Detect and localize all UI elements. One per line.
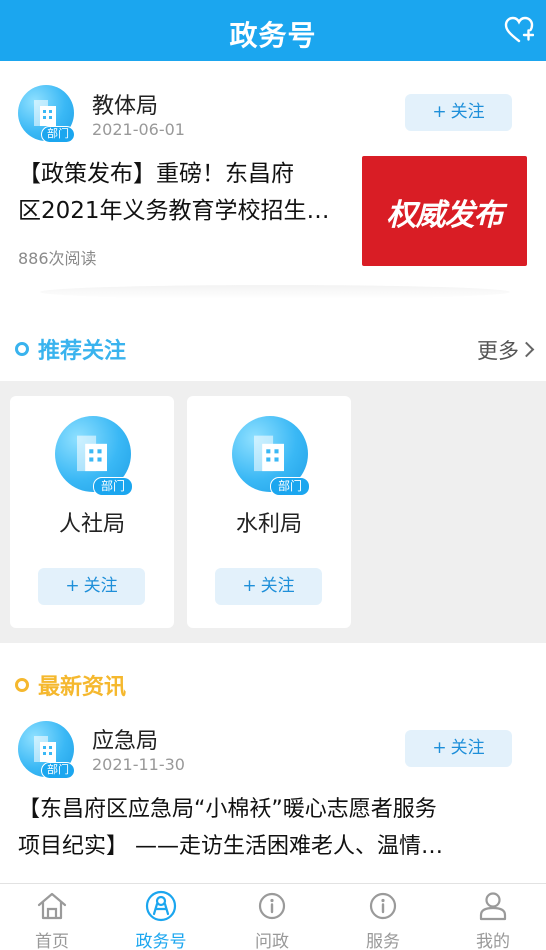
- top-bar: 政务号: [0, 0, 546, 61]
- publish-date: 2021-11-30: [92, 755, 185, 774]
- nav-service[interactable]: 服务: [328, 884, 438, 950]
- nav-label: 政务号: [135, 932, 187, 950]
- building-icon: [254, 435, 284, 472]
- nav-home[interactable]: 首页: [0, 884, 107, 950]
- building-icon: [34, 736, 56, 762]
- publish-date: 2021-06-01: [92, 120, 185, 139]
- article-headline-line2[interactable]: 区2021年义务教育学校招生…: [18, 193, 330, 230]
- article-headline-line1[interactable]: 【东昌府区应急局“小棉袄”暖心志愿者服务: [18, 791, 437, 828]
- plus-icon: +: [242, 576, 257, 596]
- home-icon: [37, 892, 67, 920]
- bottom-nav: 首页 政务号 问政 服务 我的: [0, 883, 546, 950]
- follow-button[interactable]: + 关注: [405, 94, 512, 131]
- follow-label: 关注: [450, 738, 485, 758]
- follow-button[interactable]: + 关注: [405, 730, 512, 767]
- department-tag: 部门: [41, 126, 75, 143]
- recommend-card[interactable]: 部门 人社局 + 关注: [10, 396, 174, 628]
- org-name[interactable]: 水利局: [187, 506, 351, 538]
- nav-gov-account[interactable]: 政务号: [106, 884, 216, 950]
- recommend-section-header: 推荐关注 更多: [0, 329, 546, 369]
- article-headline-line2[interactable]: 项目纪实】 ——走访生活困难老人、温情…: [18, 828, 443, 865]
- chevron-right-icon: [518, 341, 535, 358]
- recommend-list: 部门 人社局 + 关注 部门 水利局 + 关注: [0, 381, 546, 643]
- card-divider: [40, 285, 510, 299]
- follow-label: 关注: [260, 576, 295, 596]
- info-icon: [258, 892, 286, 920]
- nav-label: 问政: [255, 932, 289, 950]
- info-icon: [369, 892, 397, 920]
- plus-icon: +: [65, 576, 80, 596]
- nav-mine[interactable]: 我的: [438, 884, 546, 950]
- follow-button[interactable]: + 关注: [38, 568, 145, 605]
- nav-label: 首页: [35, 932, 69, 950]
- follow-button[interactable]: + 关注: [215, 568, 322, 605]
- building-icon: [34, 100, 56, 126]
- department-tag: 部门: [93, 477, 133, 496]
- user-icon: [479, 892, 507, 921]
- department-tag: 部门: [270, 477, 310, 496]
- heart-plus-icon[interactable]: [504, 16, 534, 44]
- latest-section-header: 最新资讯: [0, 665, 546, 705]
- follow-label: 关注: [450, 102, 485, 122]
- building-icon: [77, 435, 107, 472]
- page-title: 政务号: [229, 19, 317, 52]
- circle-icon: [15, 678, 29, 692]
- nav-label: 我的: [476, 932, 510, 950]
- org-avatar[interactable]: 部门: [55, 416, 133, 496]
- plus-icon: +: [432, 102, 447, 122]
- article-headline-line1[interactable]: 【政策发布】重磅！东昌府: [18, 156, 294, 193]
- nav-inquiry[interactable]: 问政: [217, 884, 327, 950]
- org-avatar[interactable]: 部门: [18, 721, 75, 779]
- org-avatar[interactable]: 部门: [18, 85, 75, 143]
- org-name[interactable]: 人社局: [10, 506, 174, 538]
- circle-icon: [15, 342, 29, 356]
- recommend-card[interactable]: 部门 水利局 + 关注: [187, 396, 351, 628]
- follow-label: 关注: [83, 576, 118, 596]
- more-label: 更多: [477, 339, 519, 363]
- department-tag: 部门: [41, 762, 75, 779]
- gov-account-icon: [145, 890, 177, 922]
- org-name[interactable]: 应急局: [92, 723, 158, 755]
- org-avatar[interactable]: 部门: [232, 416, 310, 496]
- org-name[interactable]: 教体局: [92, 88, 158, 120]
- section-title: 推荐关注: [38, 339, 127, 364]
- section-title: 最新资讯: [38, 675, 127, 700]
- plus-icon: +: [432, 738, 447, 758]
- read-count: 886次阅读: [18, 249, 97, 268]
- article-thumbnail[interactable]: 权威发布: [362, 156, 527, 266]
- nav-label: 服务: [366, 932, 400, 950]
- more-link[interactable]: 更多: [477, 335, 535, 365]
- thumbnail-text: 权威发布: [386, 198, 504, 233]
